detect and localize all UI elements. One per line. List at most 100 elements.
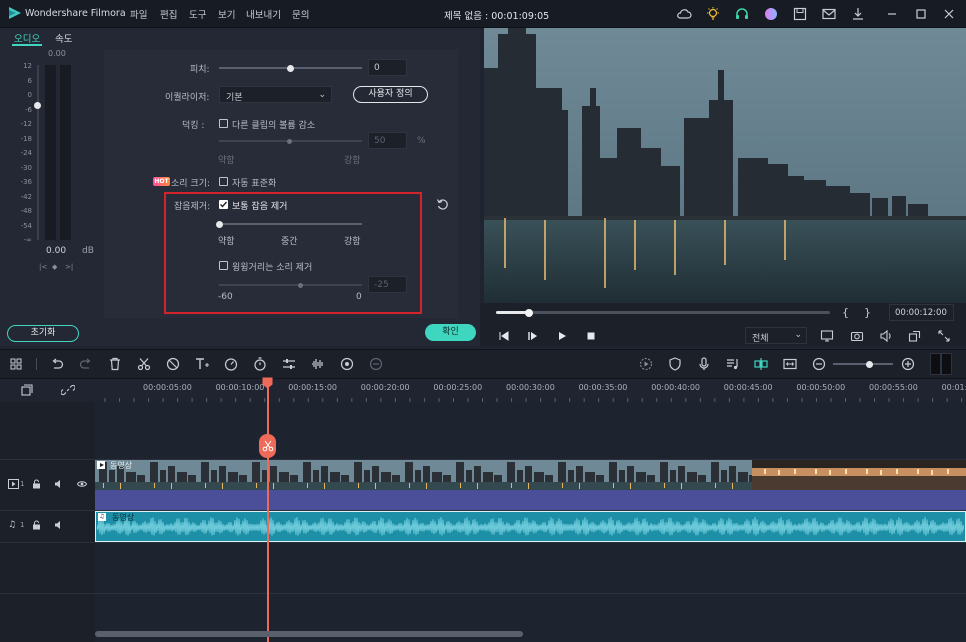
preview-progress-fill xyxy=(496,311,530,314)
mark-in-button[interactable]: { xyxy=(842,306,849,319)
ok-button[interactable]: 확인 xyxy=(425,324,476,341)
pitch-slider[interactable] xyxy=(219,64,362,72)
layout-toggle[interactable] xyxy=(930,353,952,375)
ruler-tick-label: 00:00:25:00 xyxy=(433,383,483,392)
add-track-icon[interactable] xyxy=(20,383,34,397)
meter-fader-knob[interactable] xyxy=(34,102,41,109)
video-preview[interactable] xyxy=(484,28,966,303)
save-icon[interactable] xyxy=(792,6,808,22)
music-list-icon[interactable] xyxy=(725,356,741,372)
fit-timeline-icon[interactable] xyxy=(782,356,798,372)
ducking-slider-knob[interactable] xyxy=(287,138,292,144)
link-icon[interactable] xyxy=(61,383,75,397)
menu-help[interactable]: 문의 xyxy=(292,7,309,21)
preview-progress-knob[interactable] xyxy=(525,308,534,317)
minimize-icon[interactable] xyxy=(884,6,900,22)
maximize-icon[interactable] xyxy=(913,6,929,22)
playhead-handle-icon[interactable] xyxy=(262,377,273,389)
equalizer-select[interactable]: 기본 ⌄ xyxy=(219,86,332,103)
tab-speed[interactable]: 속도 xyxy=(55,31,72,45)
play-pause-icon[interactable] xyxy=(527,330,539,342)
pitch-slider-knob[interactable] xyxy=(287,64,294,72)
zoom-out-icon[interactable] xyxy=(811,356,827,372)
ducking-slider[interactable] xyxy=(219,138,362,144)
speed-icon[interactable] xyxy=(223,356,239,372)
meter-prev-keyframe[interactable]: |< xyxy=(39,263,47,271)
ruler-ticks xyxy=(104,398,963,402)
stabilize-icon[interactable] xyxy=(368,356,384,372)
play-icon[interactable] xyxy=(556,330,568,342)
split-marker[interactable] xyxy=(259,434,276,458)
meter-add-keyframe[interactable]: ◆ xyxy=(52,263,57,271)
close-icon[interactable] xyxy=(941,6,957,22)
ruler-tick-label: 00:00:55:00 xyxy=(869,383,918,392)
menu-file[interactable]: 파일 xyxy=(130,7,147,21)
lock-icon[interactable] xyxy=(32,479,41,489)
mark-out-button[interactable]: } xyxy=(864,306,871,319)
stop-icon[interactable] xyxy=(585,330,597,342)
custom-eq-button[interactable]: 사용자 정의 xyxy=(353,86,428,103)
delete-icon[interactable] xyxy=(107,356,123,372)
normalize-checkbox[interactable] xyxy=(219,177,228,186)
audio-wave-icon[interactable] xyxy=(310,356,326,372)
pitch-value[interactable]: 0 xyxy=(368,59,407,76)
eye-icon[interactable] xyxy=(77,480,87,488)
bulb-icon[interactable] xyxy=(705,6,721,22)
render-icon[interactable] xyxy=(638,356,654,372)
menu-edit[interactable]: 편집 xyxy=(160,7,177,21)
video-clip-thumbnails[interactable] xyxy=(95,460,966,490)
shield-icon[interactable] xyxy=(667,356,683,372)
meter-fader-track[interactable] xyxy=(37,65,39,240)
zoom-slider-knob[interactable] xyxy=(865,360,873,368)
quality-select[interactable]: 전체 ⌄ xyxy=(745,327,807,344)
meter-scale-label: -48 xyxy=(20,207,32,215)
reset-denoise-icon[interactable] xyxy=(436,198,449,211)
meter-scale-label: 12 xyxy=(23,62,32,70)
zoom-slider[interactable] xyxy=(833,360,893,368)
cloud-icon[interactable] xyxy=(676,6,692,22)
cut-icon[interactable] xyxy=(136,356,152,372)
avatar-icon[interactable] xyxy=(763,6,779,22)
redo-icon[interactable] xyxy=(78,356,94,372)
text-icon[interactable] xyxy=(194,356,210,372)
panel-scrollbar[interactable] xyxy=(465,60,470,310)
menu-view[interactable]: 보기 xyxy=(218,7,235,21)
preview-timecode[interactable]: 00:00:12:00 xyxy=(889,304,954,321)
track-separator xyxy=(0,593,966,594)
zoom-in-icon[interactable] xyxy=(900,356,916,372)
volume-icon[interactable] xyxy=(879,329,893,343)
menu-export[interactable]: 내보내기 xyxy=(246,7,281,21)
headset-icon[interactable] xyxy=(734,6,750,22)
tag-icon[interactable] xyxy=(165,356,181,372)
ruler-tick-label: 00:00:10:00 xyxy=(215,383,265,392)
video-clip-audio-band[interactable] xyxy=(95,490,966,510)
meter-unit: dB xyxy=(82,246,94,256)
fit-icon[interactable] xyxy=(908,329,922,343)
menu-tools[interactable]: 도구 xyxy=(189,7,206,21)
timer-icon[interactable] xyxy=(252,356,268,372)
tab-audio[interactable]: 오디오 xyxy=(14,31,40,45)
ruler-tick-label: 00:00:20:00 xyxy=(360,383,410,392)
meter-next-keyframe[interactable]: >| xyxy=(65,263,73,271)
ducking-checkbox[interactable] xyxy=(219,119,228,128)
speaker-icon[interactable] xyxy=(54,520,64,530)
speaker-icon[interactable] xyxy=(54,479,64,489)
timeline-scrollbar[interactable] xyxy=(95,631,523,637)
mic-icon[interactable] xyxy=(696,356,712,372)
snapshot-icon[interactable] xyxy=(850,329,864,343)
meter-scale-label: -54 xyxy=(20,221,32,230)
prev-frame-icon[interactable] xyxy=(498,330,510,342)
mail-icon[interactable] xyxy=(821,6,837,22)
monitor-icon[interactable] xyxy=(820,329,834,343)
color-icon[interactable] xyxy=(339,356,355,372)
undo-icon[interactable] xyxy=(49,356,65,372)
fullscreen-icon[interactable] xyxy=(937,329,951,343)
lock-icon[interactable] xyxy=(32,520,41,530)
adjust-icon[interactable] xyxy=(281,356,297,372)
reset-button[interactable]: 초기화 xyxy=(7,325,79,342)
snap-icon[interactable] xyxy=(753,356,769,372)
preview-progress-track[interactable] xyxy=(496,308,830,317)
ducking-value[interactable]: 50 xyxy=(368,132,407,149)
layout-icon[interactable] xyxy=(8,356,24,372)
download-icon[interactable] xyxy=(850,6,866,22)
